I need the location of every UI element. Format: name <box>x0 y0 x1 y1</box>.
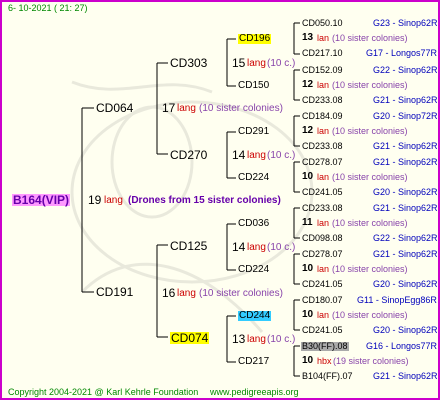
gen4-father[interactable]: CD233.08 <box>302 142 343 151</box>
gen4-num: 12 <box>302 79 314 90</box>
gen4-num: 11 <box>302 217 313 228</box>
gen2-desc: (10 c.) <box>267 150 296 161</box>
gen4-num: 12 <box>302 125 314 136</box>
gen3-node[interactable]: CD217 <box>238 357 269 367</box>
gen4-mother-info: G11 - SinopEgg86R <box>357 295 437 305</box>
gen2-lang: lang <box>247 242 266 253</box>
gen4-mother-info: G21 - Sinop62R <box>373 157 438 167</box>
gen4-father[interactable]: CD217.10 <box>302 49 343 58</box>
website-link[interactable]: www.pedigreeapis.org <box>210 388 299 397</box>
gen2-desc: (10 c.) <box>267 58 296 69</box>
gen4-father-info: G20 - Sinop62R <box>373 187 438 197</box>
gen4-mother[interactable]: CD278.07 <box>302 250 343 259</box>
gen3-node[interactable]: CD291 <box>238 127 269 137</box>
gen4-mother-info: G22 - Sinop62R <box>373 65 438 75</box>
root-lang: lang <box>104 195 123 206</box>
gen4-mother[interactable]: B30(FF).08 <box>301 342 349 351</box>
gen4-father[interactable]: CD241.05 <box>302 280 343 289</box>
gen3-node[interactable]: CD150 <box>238 81 269 91</box>
gen4-mother[interactable]: CD180.07 <box>302 296 343 305</box>
gen4-desc: (10 sister colonies) <box>332 264 408 274</box>
gen4-father-info: G20 - Sinop62R <box>373 279 438 289</box>
gen4-father[interactable]: CD233.08 <box>302 96 343 105</box>
gen1-father-lang: lang <box>177 288 196 299</box>
gen1-father-num: 16 <box>162 286 176 300</box>
gen4-desc: (10 sister colonies) <box>332 33 408 43</box>
gen4-father[interactable]: CD098.08 <box>302 234 343 243</box>
gen4-mother-info: G20 - Sinop72R <box>373 111 438 121</box>
gen4-desc: (10 sister colonies) <box>332 126 408 136</box>
gen4-father-info: G17 - Longos77R <box>366 48 438 58</box>
gen4-father-info: G21 - Sinop62R <box>373 141 438 151</box>
root-desc: (Drones from 15 sister colonies) <box>128 195 281 206</box>
gen2-lang: lang <box>247 334 266 345</box>
gen4-desc: (10 sister colonies) <box>332 172 408 182</box>
gen4-num: 10 <box>302 171 314 182</box>
gen4-desc: (10 sister colonies) <box>332 218 408 228</box>
gen3-node[interactable]: CD224 <box>238 265 269 275</box>
gen4-lang: lan <box>317 80 330 90</box>
gen4-num: 10 <box>302 309 314 320</box>
gen4-lang: hbx <box>317 356 332 366</box>
gen2-desc: (10 c.) <box>267 242 296 253</box>
date-stamp: 6- 10-2021 ( 21: 27) <box>8 3 88 13</box>
gen2-node[interactable]: CD270 <box>170 149 207 161</box>
gen2-desc: (10 c.) <box>267 334 296 345</box>
gen4-lang: lan <box>317 264 330 274</box>
gen3-node[interactable]: CD036 <box>238 219 269 229</box>
gen4-mother[interactable]: CD278.07 <box>302 158 343 167</box>
gen4-lang: lan <box>317 33 330 43</box>
pedigree-frame: 6- 10-2021 ( 21: 27) B164(VIP) 19 lang (… <box>0 0 440 400</box>
gen4-lang: lan <box>317 126 330 136</box>
gen1-father-desc: (10 sister colonies) <box>199 288 283 299</box>
gen2-lang: lang <box>247 150 266 161</box>
gen4-mother[interactable]: CD184.09 <box>302 112 343 121</box>
gen4-mother[interactable]: CD050.10 <box>302 19 343 28</box>
gen4-mother-info: G16 - Longos77R <box>366 341 438 351</box>
gen2-num: 15 <box>232 56 246 70</box>
gen4-lang: lan <box>317 310 330 320</box>
gen3-node[interactable]: CD224 <box>238 173 269 183</box>
gen4-mother-info: G23 - Sinop62R <box>373 18 438 28</box>
gen4-num: 10 <box>302 355 314 366</box>
gen1-father[interactable]: CD191 <box>96 286 133 298</box>
gen4-lang: lan <box>317 172 330 182</box>
gen2-node[interactable]: CD303 <box>170 57 207 69</box>
gen1-mother-num: 17 <box>162 101 176 115</box>
gen2-node[interactable]: CD074 <box>170 332 210 344</box>
root-queen[interactable]: B164(VIP) <box>12 194 71 206</box>
gen4-desc: (19 sister colonies) <box>333 356 409 366</box>
gen4-father[interactable]: CD241.05 <box>302 188 343 197</box>
gen2-node[interactable]: CD125 <box>170 240 207 252</box>
gen4-mother[interactable]: CD233.08 <box>302 204 343 213</box>
gen4-father[interactable]: B104(FF).07 <box>302 372 353 381</box>
gen2-num: 13 <box>232 332 246 346</box>
gen4-father-info: G20 - Sinop62R <box>373 325 438 335</box>
gen4-mother-info: G21 - Sinop62R <box>373 203 438 213</box>
gen4-num: 13 <box>302 32 314 43</box>
gen3-node[interactable]: CD196 <box>238 34 272 44</box>
gen4-desc: (10 sister colonies) <box>332 80 408 90</box>
gen4-father[interactable]: CD241.05 <box>302 326 343 335</box>
gen2-lang: lang <box>247 58 266 69</box>
gen4-father-info: G22 - Sinop62R <box>373 233 438 243</box>
gen2-num: 14 <box>232 240 246 254</box>
copyright-text: Copyright 2004-2021 @ Karl Kehrle Founda… <box>8 387 199 397</box>
gen4-father-info: G21 - Sinop62R <box>373 95 438 105</box>
gen3-node[interactable]: CD244 <box>238 311 272 321</box>
gen1-mother[interactable]: CD064 <box>96 102 133 114</box>
gen4-mother-info: G21 - Sinop62R <box>373 249 438 259</box>
gen4-father-info: G21 - Sinop62R <box>373 371 438 381</box>
gen4-lang: lan <box>317 218 330 228</box>
gen4-desc: (10 sister colonies) <box>332 310 408 320</box>
gen4-mother[interactable]: CD152.09 <box>302 66 343 75</box>
root-num: 19 <box>88 193 102 207</box>
gen1-mother-lang: lang <box>177 103 196 114</box>
gen1-mother-desc: (10 sister colonies) <box>199 103 283 114</box>
gen2-num: 14 <box>232 148 246 162</box>
gen4-num: 10 <box>302 263 314 274</box>
